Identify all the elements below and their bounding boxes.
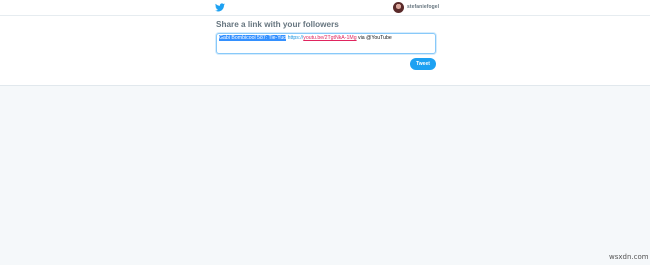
tweet-compose-field[interactable]: Gabi Bombicool 587: Tie-Yud https://yout… <box>216 33 436 54</box>
twitter-bird-icon[interactable] <box>215 3 225 12</box>
share-card: Share a link with your followers Gabi Bo… <box>0 16 650 86</box>
via-text: via @YouTube <box>356 35 392 41</box>
avatar[interactable] <box>393 2 404 13</box>
username-label[interactable]: stefaniefogel <box>407 4 439 10</box>
top-navigation-bar: stefaniefogel <box>0 0 650 16</box>
shared-link[interactable]: youtu.be/2TgtNkA-1Mg <box>303 35 356 41</box>
link-protocol: https:// <box>287 35 304 41</box>
tweet-button[interactable]: Tweet <box>410 58 436 70</box>
selected-text: Gabi Bombicool 587: Tie-Yud <box>219 35 287 41</box>
page-title: Share a link with your followers <box>216 20 339 29</box>
watermark: wsxdn.com <box>609 253 649 261</box>
